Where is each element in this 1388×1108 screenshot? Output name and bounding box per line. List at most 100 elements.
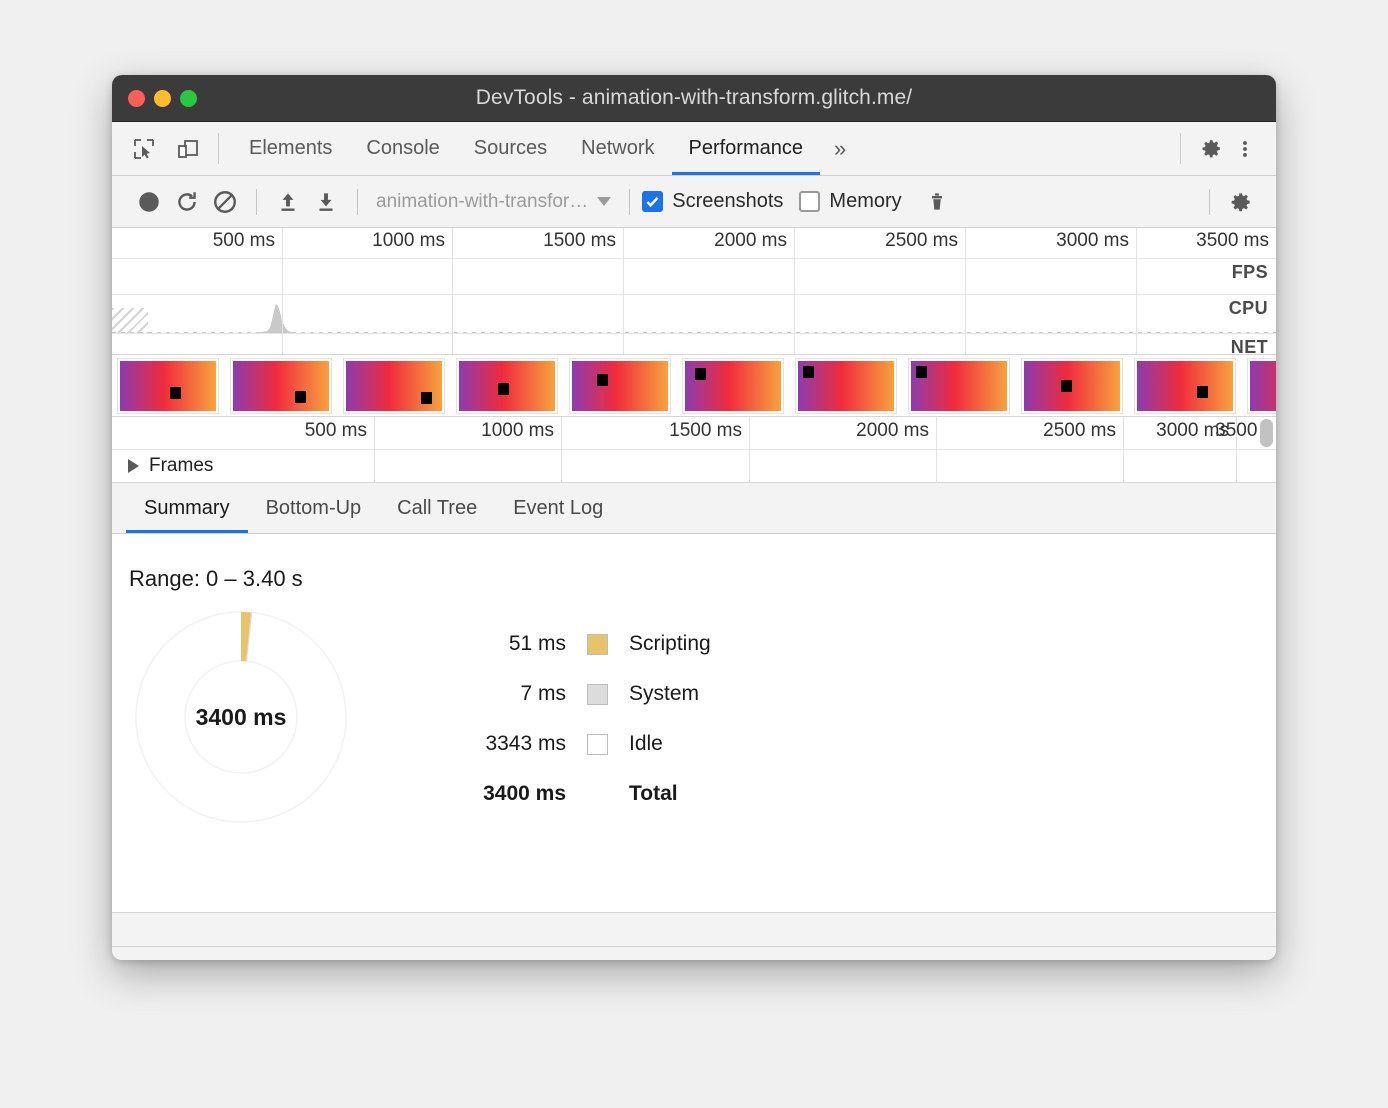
animated-square <box>1061 380 1072 392</box>
frames-track-row[interactable]: Frames <box>112 449 1276 482</box>
tab-event-log[interactable]: Event Log <box>495 483 621 533</box>
overview-gridline <box>282 228 283 355</box>
close-button[interactable] <box>128 90 145 107</box>
filmstrip-frame[interactable] <box>457 359 557 413</box>
memory-checkbox[interactable]: Memory <box>799 190 901 213</box>
timeline-overview[interactable]: 500 ms1000 ms1500 ms2000 ms2500 ms3000 m… <box>112 228 1276 355</box>
filmstrip-frame[interactable] <box>570 359 670 413</box>
screenshot-filmstrip[interactable] <box>112 355 1276 417</box>
tab-summary[interactable]: Summary <box>126 483 248 533</box>
animated-square <box>803 366 814 378</box>
filmstrip-frame[interactable] <box>1135 359 1235 413</box>
tab-network[interactable]: Network <box>564 122 671 175</box>
tab-elements[interactable]: Elements <box>232 122 349 175</box>
filmstrip-frame[interactable] <box>1022 359 1122 413</box>
overview-gridline <box>794 228 795 355</box>
profile-select-dropdown[interactable]: animation-with-transfor… <box>370 191 617 213</box>
status-bar: Total blocking time: 0.00ms (estimated) … <box>112 946 1276 960</box>
reload-and-record-icon[interactable] <box>168 183 206 221</box>
tabbar-right-icons <box>1167 122 1276 175</box>
tab-label: Performance <box>689 137 804 160</box>
animated-square <box>597 374 608 386</box>
legend-label: Total <box>629 782 678 806</box>
save-profile-icon[interactable] <box>307 183 345 221</box>
frame-screenshot <box>233 361 329 411</box>
legend-label: System <box>629 682 699 706</box>
collect-garbage-icon[interactable] <box>918 183 956 221</box>
memory-label: Memory <box>829 190 901 213</box>
flame-ruler-tick: 1500 ms <box>669 420 749 442</box>
animated-square <box>916 366 927 378</box>
filmstrip-frame[interactable] <box>344 359 444 413</box>
overview-gridline <box>452 228 453 355</box>
screenshot-root: DevTools - animation-with-transform.glit… <box>0 0 1388 1108</box>
tab-call-tree[interactable]: Call Tree <box>379 483 495 533</box>
tab-console[interactable]: Console <box>349 122 456 175</box>
legend-row[interactable]: 51 msScripting <box>434 619 711 669</box>
filmstrip-frame[interactable] <box>231 359 331 413</box>
tab-performance[interactable]: Performance <box>672 122 821 175</box>
toolbar-divider-1 <box>256 189 257 215</box>
screenshots-checkbox[interactable]: Screenshots <box>642 190 783 213</box>
flame-chart-area[interactable]: 500 ms1000 ms1500 ms2000 ms2500 ms3000 m… <box>112 417 1276 483</box>
filmstrip-frame[interactable] <box>796 359 896 413</box>
load-profile-icon[interactable] <box>269 183 307 221</box>
filmstrip-frame[interactable] <box>1248 359 1276 413</box>
tab-label: Network <box>581 137 654 160</box>
record-circle-icon[interactable] <box>130 183 168 221</box>
tab-label: Sources <box>474 137 547 160</box>
detail-tabs: Summary Bottom-Up Call Tree Event Log <box>112 483 1276 534</box>
legend-value: 3400 ms <box>434 782 566 806</box>
devtools-window: DevTools - animation-with-transform.glit… <box>112 75 1276 960</box>
settings-gear-icon[interactable] <box>1194 132 1228 166</box>
legend-label: Idle <box>629 732 663 756</box>
flame-gridline <box>749 417 750 483</box>
inspect-element-icon[interactable] <box>127 132 161 166</box>
legend-value: 51 ms <box>434 632 566 656</box>
activity-donut-chart[interactable]: 3400 ms <box>130 606 352 828</box>
animated-square <box>1197 386 1208 398</box>
clear-recording-icon[interactable] <box>206 183 244 221</box>
frame-screenshot <box>120 361 216 411</box>
frame-screenshot <box>1024 361 1120 411</box>
flame-gridline <box>374 417 375 483</box>
legend-swatch <box>587 634 608 655</box>
tab-bottom-up[interactable]: Bottom-Up <box>248 483 380 533</box>
filmstrip-frame[interactable] <box>683 359 783 413</box>
animated-square <box>295 391 306 403</box>
donut-center-label: 3400 ms <box>130 606 352 828</box>
legend-row[interactable]: 3400 ms Total <box>434 769 711 819</box>
legend-value: 3343 ms <box>434 732 566 756</box>
legend-row[interactable]: 7 msSystem <box>434 669 711 719</box>
animated-square <box>498 383 509 395</box>
range-label: Range: 0 – 3.40 s <box>112 534 1276 592</box>
filmstrip-frame[interactable] <box>909 359 1009 413</box>
zoom-button[interactable] <box>180 90 197 107</box>
tabbar-divider <box>218 133 219 164</box>
animated-square <box>695 368 706 380</box>
summary-panel: Range: 0 – 3.40 s 3400 ms 51 msScripting… <box>112 534 1276 912</box>
flame-gridline <box>936 417 937 483</box>
tab-sources[interactable]: Sources <box>457 122 564 175</box>
expand-triangle-icon[interactable] <box>128 459 139 473</box>
performance-toolbar: animation-with-transfor… Screenshots Mem… <box>112 176 1276 228</box>
toolbar-divider-4 <box>1209 189 1210 215</box>
flame-ruler-tick: 2500 ms <box>1043 420 1123 442</box>
vertical-scrollbar-thumb[interactable] <box>1260 419 1273 447</box>
minimize-button[interactable] <box>154 90 171 107</box>
legend-row[interactable]: 3343 ms Idle <box>434 719 711 769</box>
more-tabs-button[interactable]: » <box>820 122 860 175</box>
device-toolbar-icon[interactable] <box>171 132 205 166</box>
flame-gridline <box>561 417 562 483</box>
overview-gridline <box>965 228 966 355</box>
summary-body: 3400 ms 51 msScripting7 msSystem 3343 ms I… <box>112 592 1276 828</box>
filmstrip-frame[interactable] <box>118 359 218 413</box>
frame-screenshot <box>1250 361 1276 411</box>
window-titlebar: DevTools - animation-with-transform.glit… <box>112 75 1276 122</box>
capture-settings-gear-icon[interactable] <box>1222 183 1260 221</box>
detail-tab-label: Event Log <box>513 497 603 520</box>
overview-gridline <box>623 228 624 355</box>
overview-gridline <box>1136 228 1137 355</box>
more-options-kebab-icon[interactable] <box>1228 132 1262 166</box>
frames-track-label: Frames <box>149 455 213 477</box>
